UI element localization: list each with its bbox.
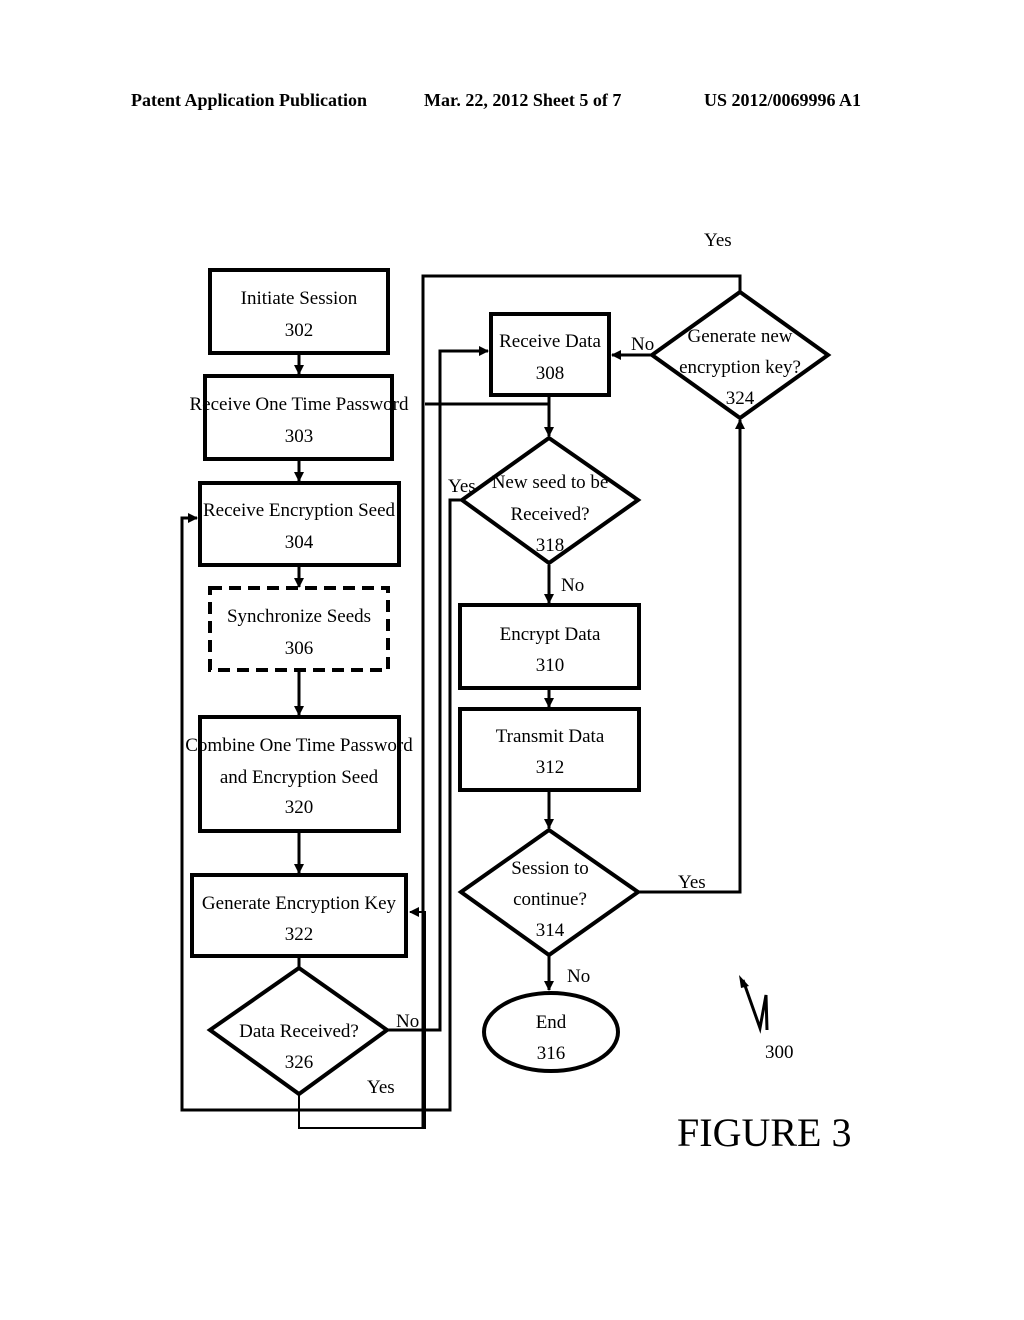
- edge-label-326-no: No: [396, 1011, 419, 1032]
- node-306-number: 306: [285, 638, 314, 659]
- edge-label-314-no: No: [567, 966, 590, 987]
- node-314-number: 314: [536, 920, 565, 941]
- node-322-number: 322: [285, 924, 314, 945]
- node-318-number: 318: [536, 535, 565, 556]
- node-312-number: 312: [536, 757, 565, 778]
- node-303-number: 303: [285, 426, 314, 447]
- node-314-label-line1: Session to: [511, 858, 589, 879]
- flowchart: Initiate Session 302 Receive One Time Pa…: [180, 230, 851, 1155]
- node-302-number: 302: [285, 320, 314, 341]
- node-304-label: Receive Encryption Seed: [203, 500, 396, 521]
- node-324: Generate new encryption key? 324: [648, 289, 832, 421]
- node-322-label: Generate Encryption Key: [202, 893, 397, 914]
- node-304: Receive Encryption Seed 304: [198, 481, 401, 567]
- node-303-label: Receive One Time Password: [189, 394, 409, 415]
- node-303: Receive One Time Password 303: [189, 374, 409, 461]
- node-302-label: Initiate Session: [241, 288, 358, 309]
- node-316-label: End: [536, 1012, 567, 1033]
- figure-ref-arrow: [739, 975, 769, 1034]
- node-320-label-line1: Combine One Time Password: [185, 735, 413, 756]
- edge-314-yes-324: [638, 419, 745, 894]
- node-304-number: 304: [285, 532, 314, 553]
- node-314: Session to continue? 314: [457, 827, 642, 958]
- node-316: End 316: [482, 991, 620, 1073]
- figure-ref-arrowhead: [739, 975, 749, 988]
- node-324-label-line1: Generate new: [688, 326, 793, 347]
- node-308-number: 308: [536, 363, 565, 384]
- edge-label-318-yes: Yes: [448, 476, 476, 497]
- edge-label-324-no: No: [631, 334, 654, 355]
- node-314-label-line2: continue?: [513, 889, 587, 910]
- node-320: Combine One Time Password and Encryption…: [185, 715, 413, 833]
- node-324-number: 324: [726, 388, 755, 409]
- node-316-number: 316: [537, 1043, 566, 1064]
- node-318-label-line1: New seed to be: [492, 472, 609, 493]
- edge-label-318-no: No: [561, 575, 584, 596]
- figure-label: FIGURE 3: [677, 1110, 851, 1155]
- node-308: Receive Data 308: [489, 312, 611, 397]
- node-320-number: 320: [285, 797, 314, 818]
- edge-label-314-yes: Yes: [678, 872, 706, 893]
- node-310-number: 310: [536, 655, 565, 676]
- node-312: Transmit Data 312: [458, 707, 641, 792]
- node-326-label: Data Received?: [239, 1021, 359, 1042]
- node-324-label-line2: encryption key?: [679, 357, 801, 378]
- node-326: Data Received? 326: [206, 965, 391, 1097]
- node-320-label-line2: and Encryption Seed: [220, 767, 379, 788]
- node-306-label: Synchronize Seeds: [227, 606, 371, 627]
- node-306: Synchronize Seeds 306: [208, 586, 390, 672]
- edge-label-324-yes: Yes: [704, 230, 732, 251]
- node-312-label: Transmit Data: [496, 726, 605, 747]
- node-302: Initiate Session 302: [208, 268, 390, 355]
- node-308-label: Receive Data: [499, 331, 601, 352]
- node-318-label-line2: Received?: [510, 504, 589, 525]
- node-310-label: Encrypt Data: [500, 624, 601, 645]
- figure-ref-number: 300: [765, 1042, 794, 1063]
- edge-label-326-yes: Yes: [367, 1077, 395, 1098]
- node-318: New seed to be Received? 318: [458, 435, 642, 566]
- node-310: Encrypt Data 310: [458, 603, 641, 690]
- node-326-number: 326: [285, 1052, 314, 1073]
- node-322: Generate Encryption Key 322: [190, 873, 408, 958]
